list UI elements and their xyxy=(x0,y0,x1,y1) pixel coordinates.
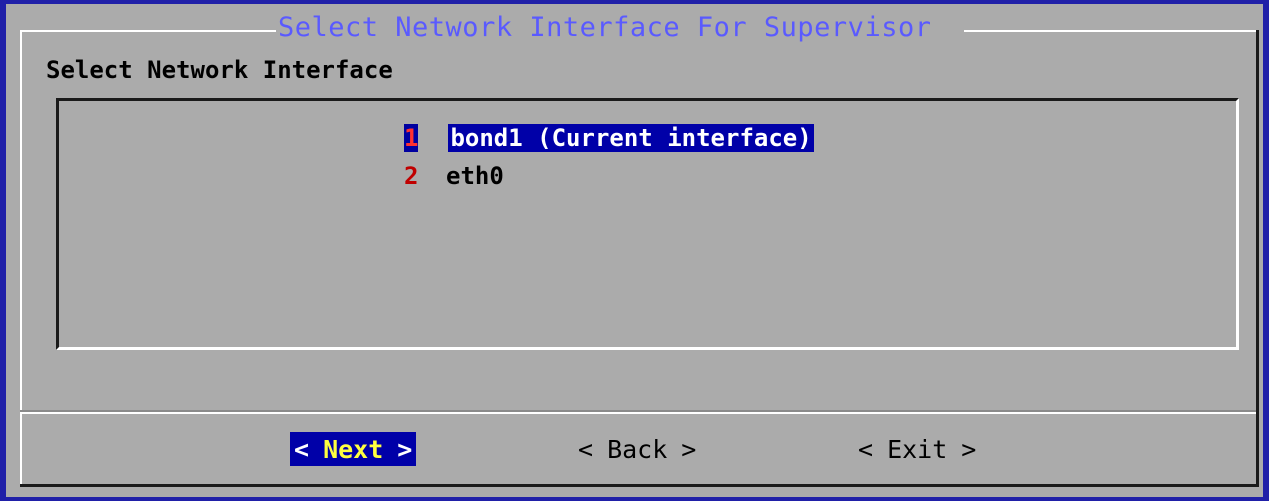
frame-line xyxy=(964,30,1256,32)
dialog-prompt: Select Network Interface xyxy=(46,56,393,84)
interface-menu: 1 bond1 (Current interface) 2 eth0 xyxy=(56,98,1239,350)
menu-item-label: eth0 xyxy=(446,162,504,190)
bracket-right: > xyxy=(961,434,977,464)
frame-line xyxy=(20,30,22,484)
bracket-left: < xyxy=(578,434,594,464)
bracket-left: < xyxy=(294,434,310,464)
back-button-label: Back xyxy=(607,434,668,464)
button-separator xyxy=(20,412,1256,414)
menu-item-bond1[interactable]: 1 bond1 (Current interface) xyxy=(404,123,814,153)
exit-button[interactable]: < Exit > xyxy=(854,432,980,466)
frame-line xyxy=(20,484,1259,487)
menu-item-label: bond1 (Current interface) xyxy=(448,124,814,152)
menu-item-hotkey: 1 xyxy=(404,124,419,152)
bracket-right: > xyxy=(397,434,413,464)
next-button[interactable]: < Next > xyxy=(290,432,417,466)
dialog-title: Select Network Interface For Supervisor xyxy=(278,12,932,43)
frame-line xyxy=(1256,30,1259,484)
bracket-right: > xyxy=(681,434,697,464)
next-button-label: Next xyxy=(323,434,384,464)
frame-line xyxy=(20,30,276,32)
dialog-window: Select Network Interface For Supervisor … xyxy=(6,4,1263,497)
menu-item-eth0[interactable]: 2 eth0 xyxy=(404,161,504,191)
menu-item-hotkey: 2 xyxy=(404,162,419,190)
back-button[interactable]: < Back > xyxy=(574,432,700,466)
bracket-left: < xyxy=(858,434,874,464)
exit-button-label: Exit xyxy=(887,434,948,464)
